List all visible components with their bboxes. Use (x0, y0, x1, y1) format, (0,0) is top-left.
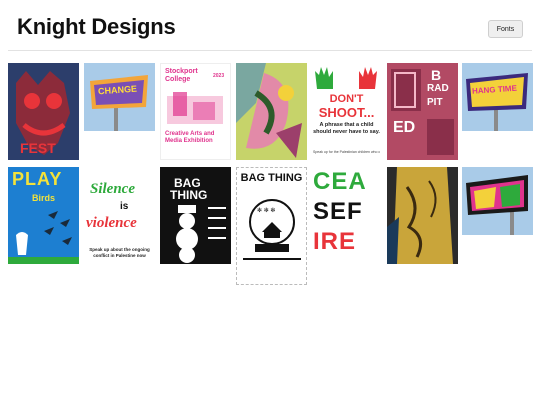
red-creature-artwork: FEST (8, 63, 79, 160)
header-divider (8, 50, 532, 51)
bag-thing-title: BAG THING (240, 172, 303, 184)
magazine-masthead: PLAY (12, 169, 63, 189)
gallery-item-colourful-billboard[interactable] (462, 167, 533, 235)
gallery-item-change-billboard[interactable]: CHANGE (84, 63, 155, 131)
college-name: Stockport College (165, 68, 198, 83)
poster-top-word: Silence (90, 181, 135, 197)
poster-year: 2023 (213, 73, 225, 79)
svg-text:✻ ✻ ✻: ✻ ✻ ✻ (257, 207, 275, 214)
ceasefire-line-1: CEA (313, 168, 367, 195)
poster-text-2: RAD (427, 83, 449, 94)
bag-thing-title-2: THING (170, 188, 208, 202)
gallery-item-red-creature[interactable]: FEST (8, 63, 79, 160)
headline-2: SHOOT... (318, 105, 375, 120)
gallery-item-hang-time-billboard[interactable]: HANG TIME (462, 63, 533, 131)
ceasefire-line-2: SEF (313, 198, 363, 225)
exhibition-title: Creative Arts and Media Exhibition (165, 131, 215, 144)
site-title: Knight Designs (17, 14, 176, 39)
site-header: Knight Designs Fonts (0, 0, 540, 50)
gallery-item-bag-thing-snowman[interactable]: BAG THING (160, 167, 231, 264)
poster-caption: A phrase that a child should never have … (313, 122, 380, 135)
gallery-item-yellow-jacket[interactable] (387, 167, 458, 264)
poster-text-4: ED (393, 119, 416, 136)
poster-mid-word: is (120, 201, 129, 212)
svg-text:FEST: FEST (20, 140, 56, 156)
gallery-item-violence-poster[interactable]: Silence is violence Speak up about the o… (84, 167, 155, 264)
gallery-item-bag-thing-snowglobe[interactable]: BAG THING ✻ ✻ ✻ (236, 167, 307, 285)
magazine-subtitle: Birds (32, 193, 56, 203)
gallery-item-ceasefire[interactable]: CEA SEF IRE (311, 167, 382, 264)
poster-bottom-word: violence (86, 215, 137, 231)
poster-caption: Speak up about the ongoing conflict in P… (89, 247, 150, 258)
headline-1: DON'T (329, 93, 364, 105)
gallery-item-stockport-college[interactable]: Stockport College 2023 Creative Arts and… (160, 63, 231, 160)
gallery-item-green-abstract[interactable] (236, 63, 307, 160)
poster-text-3: PIT (427, 97, 443, 108)
poster-footnote: Speak up for the Palestinian children wh… (313, 150, 380, 154)
gallery-item-play-magazine[interactable]: PLAY Birds (8, 167, 79, 264)
gallery-item-dont-shoot[interactable]: DON'T SHOOT... A phrase that a child sho… (311, 63, 382, 160)
ceasefire-line-3: IRE (313, 228, 357, 255)
fonts-button[interactable]: Fonts (488, 20, 523, 38)
poster-text-1: B (431, 67, 442, 83)
gallery-item-brad-pitt[interactable]: B RAD PIT ED (387, 63, 458, 160)
